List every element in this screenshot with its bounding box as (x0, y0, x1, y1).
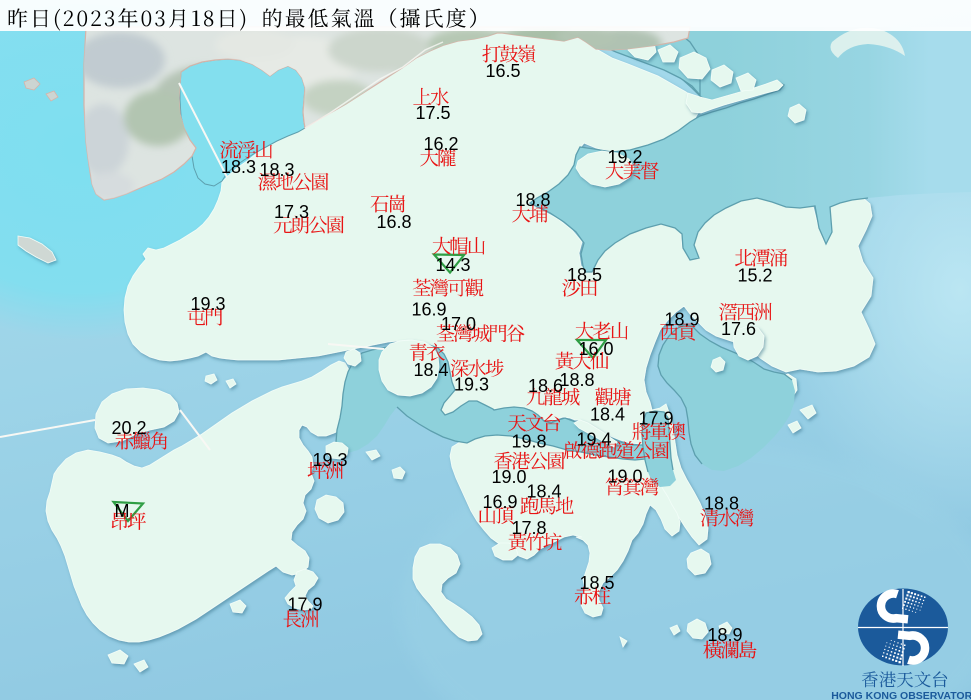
svg-text:17.9: 17.9 (287, 595, 322, 615)
svg-text:16.8: 16.8 (376, 212, 411, 232)
svg-text:15.2: 15.2 (737, 266, 772, 286)
svg-text:18.4: 18.4 (413, 360, 448, 380)
svg-text:19.8: 19.8 (511, 432, 546, 452)
svg-text:16.2: 16.2 (423, 134, 458, 154)
svg-text:14.3: 14.3 (435, 255, 470, 275)
svg-text:18.5: 18.5 (579, 573, 614, 593)
svg-text:17.8: 17.8 (511, 518, 546, 538)
svg-text:19.3: 19.3 (312, 450, 347, 470)
svg-text:16.5: 16.5 (485, 61, 520, 81)
svg-text:M: M (115, 501, 130, 521)
svg-text:18.3: 18.3 (259, 160, 294, 180)
svg-text:17.9: 17.9 (638, 409, 673, 429)
svg-text:16.9: 16.9 (482, 492, 517, 512)
svg-text:19.3: 19.3 (454, 375, 489, 395)
svg-text:HONG KONG OBSERVATORY: HONG KONG OBSERVATORY (831, 690, 971, 700)
svg-text:17.3: 17.3 (274, 202, 309, 222)
svg-text:18.9: 18.9 (707, 625, 742, 645)
svg-text:19.3: 19.3 (190, 294, 225, 314)
svg-text:18.8: 18.8 (515, 190, 550, 210)
svg-text:19.4: 19.4 (576, 430, 611, 450)
svg-text:17.5: 17.5 (415, 103, 450, 123)
svg-text:20.2: 20.2 (111, 418, 146, 438)
svg-text:17.6: 17.6 (721, 319, 756, 339)
svg-text:18.5: 18.5 (567, 265, 602, 285)
svg-text:19.2: 19.2 (607, 147, 642, 167)
svg-text:19.0: 19.0 (491, 467, 526, 487)
svg-text:16.0: 16.0 (578, 339, 613, 359)
svg-text:18.6: 18.6 (528, 376, 563, 396)
svg-text:18.8: 18.8 (559, 370, 594, 390)
svg-text:18.4: 18.4 (526, 482, 561, 502)
svg-text:18.8: 18.8 (704, 494, 739, 514)
svg-text:19.0: 19.0 (607, 467, 642, 487)
svg-text:18.4: 18.4 (590, 405, 625, 425)
svg-text:18.3: 18.3 (221, 157, 256, 177)
svg-text:17.0: 17.0 (441, 314, 476, 334)
svg-text:18.9: 18.9 (664, 310, 699, 330)
